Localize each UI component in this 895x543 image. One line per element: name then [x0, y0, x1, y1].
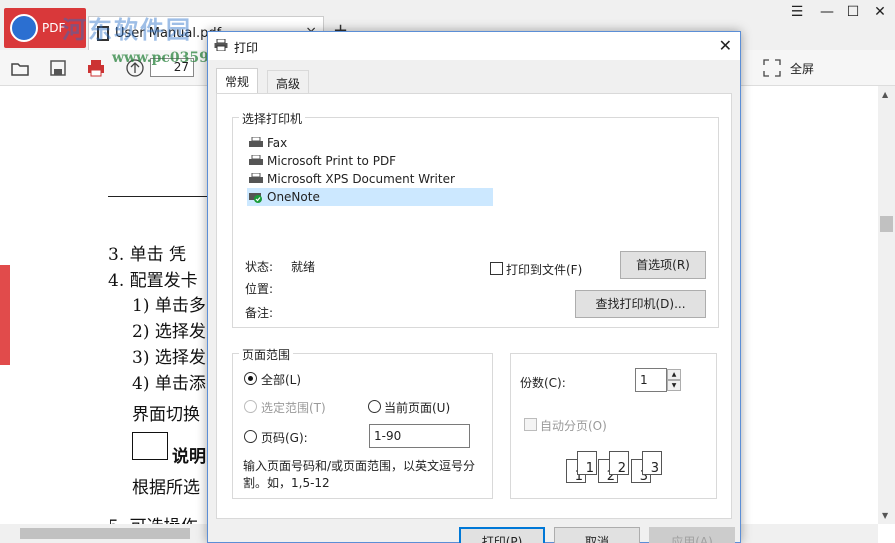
printer-item-xps-writer[interactable]: Microsoft XPS Document Writer: [247, 170, 493, 188]
pdf-text-line: 3. 单击 凭: [108, 245, 187, 265]
printer-item-onenote[interactable]: OneNote: [247, 188, 493, 206]
pdf-text-line: 说明: [172, 447, 206, 467]
pdf-rule: [108, 196, 218, 197]
watermark-text: 河东软件园: [62, 15, 192, 44]
page-range-group: 页面范围 全部(L) 选定范围(T) 当前页面(U) 页码(G): 1-90 输…: [232, 346, 493, 499]
collate-page-icon: 3: [642, 451, 662, 476]
range-current-label: 当前页面(U): [384, 401, 451, 415]
pdf-text-line: 界面切换: [132, 405, 200, 425]
print-to-file-checkbox[interactable]: [490, 262, 503, 275]
scroll-up-icon[interactable]: ▲: [882, 90, 888, 99]
pdf-text-line: 2) 选择发: [132, 322, 206, 342]
range-pages-label: 页码(G):: [261, 431, 308, 445]
printer-icon: [249, 173, 263, 183]
copies-input[interactable]: 1: [635, 368, 667, 392]
range-selection-label: 选定范围(T): [261, 401, 326, 415]
range-selection-radio: [244, 400, 257, 413]
fullscreen-icon: [763, 59, 781, 77]
note-book-icon: [132, 432, 168, 460]
collate-label: 自动分页(O): [540, 419, 607, 433]
default-printer-check-icon: [249, 193, 262, 203]
spin-down-icon[interactable]: ▼: [667, 380, 681, 391]
status-label: 状态:: [245, 260, 274, 274]
tab-advanced[interactable]: 高级: [267, 70, 310, 94]
range-hint: 输入页面号码和/或页面范围，以英文逗号分割。如，1,5-12: [243, 459, 476, 490]
dialog-title: 打印: [234, 41, 259, 55]
dialog-titlebar: 打印 ✕: [208, 32, 740, 60]
copies-label: 份数(C):: [520, 376, 566, 390]
printer-item-fax[interactable]: Fax: [247, 134, 493, 152]
range-all-label: 全部(L): [261, 373, 302, 387]
vertical-scrollbar[interactable]: ▲ ▼: [878, 86, 895, 524]
print-to-file-label: 打印到文件(F): [506, 263, 583, 277]
save-icon[interactable]: [48, 58, 68, 78]
preferences-button[interactable]: 首选项(R): [620, 251, 706, 279]
fullscreen-label: 全屏: [790, 62, 815, 76]
printer-group: 选择打印机 Fax Microsoft Print to PDF Microso…: [232, 110, 719, 328]
collate-page-icon: 1: [577, 451, 597, 476]
printer-name: Microsoft XPS Document Writer: [267, 172, 455, 186]
maximize-button[interactable]: ☐: [838, 4, 868, 24]
logo-icon: [10, 14, 38, 42]
print-button[interactable]: 打印(P): [459, 527, 545, 543]
status-value: 就绪: [291, 260, 316, 274]
fax-icon: [249, 137, 263, 147]
comment-label: 备注:: [245, 306, 274, 320]
cancel-button[interactable]: 取消: [554, 527, 640, 543]
dialog-close-button[interactable]: ✕: [719, 36, 732, 55]
menu-icon[interactable]: ☰: [782, 4, 812, 24]
scroll-thumb[interactable]: [880, 216, 893, 232]
range-all-radio[interactable]: [244, 372, 257, 385]
tab-general[interactable]: 常规: [216, 68, 259, 93]
apply-button: 应用(A): [649, 527, 735, 543]
find-printer-button[interactable]: 查找打印机(D)...: [575, 290, 706, 318]
range-pages-radio[interactable]: [244, 430, 257, 443]
pdf-text-line: 4. 配置发卡: [108, 271, 198, 291]
pages-input[interactable]: 1-90: [369, 424, 470, 448]
side-panel-toggle[interactable]: [0, 265, 10, 365]
collate-checkbox: [524, 418, 537, 431]
pdf-text-line: 5. 可选操作: [108, 512, 198, 524]
range-current-radio[interactable]: [368, 400, 381, 413]
pdf-text-line: 1) 单击多: [132, 296, 206, 316]
copies-group: 份数(C): 1 ▲ ▼ 自动分页(O) 1 1 2 2 3 3: [510, 353, 717, 499]
spin-up-icon[interactable]: ▲: [667, 369, 681, 380]
close-window-button[interactable]: ✕: [865, 4, 895, 24]
page-range-group-title: 页面范围: [239, 346, 294, 363]
collate-page-icon: 2: [609, 451, 629, 476]
scroll-down-icon[interactable]: ▼: [882, 511, 888, 520]
pdf-text-line: 4) 单击添: [132, 374, 206, 394]
open-folder-icon[interactable]: [10, 58, 30, 78]
pdf-text-line: 根据所选: [132, 478, 200, 498]
location-label: 位置:: [245, 282, 274, 296]
printer-group-title: 选择打印机: [239, 110, 306, 127]
printer-name: Microsoft Print to PDF: [267, 154, 397, 168]
printer-item-print-to-pdf[interactable]: Microsoft Print to PDF: [247, 152, 493, 170]
h-scroll-thumb[interactable]: [20, 528, 190, 539]
print-icon[interactable]: [86, 58, 106, 78]
printer-list[interactable]: Fax Microsoft Print to PDF Microsoft XPS…: [241, 132, 501, 232]
printer-name: OneNote: [267, 190, 320, 204]
copies-spinner[interactable]: ▲ ▼: [667, 369, 681, 391]
printer-name: Fax: [267, 136, 288, 150]
print-dialog: 打印 ✕ 常规 高级 选择打印机 Fax Microsoft Print to …: [207, 31, 741, 543]
general-tab-panel: 选择打印机 Fax Microsoft Print to PDF Microso…: [216, 93, 732, 519]
pdf-text-line: 3) 选择发: [132, 348, 206, 368]
printer-icon: [214, 39, 228, 51]
printer-icon: [249, 155, 263, 165]
